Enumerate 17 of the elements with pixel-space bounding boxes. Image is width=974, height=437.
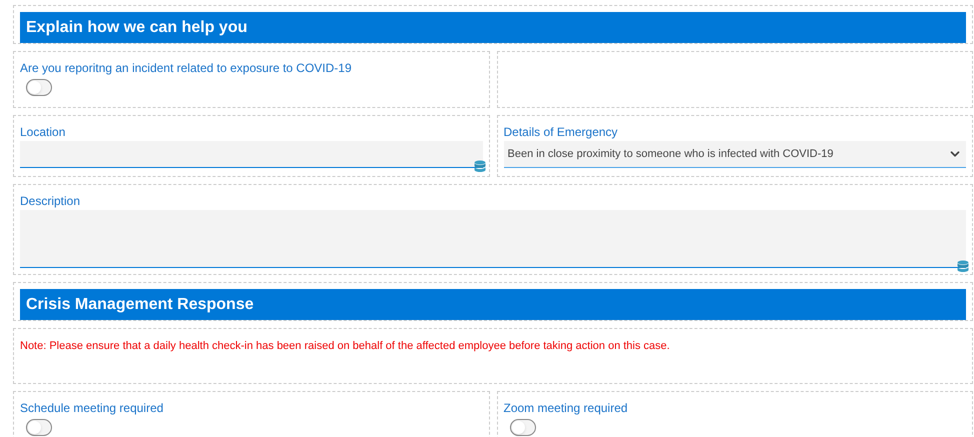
description-field[interactable]	[20, 210, 966, 268]
section-header: Explain how we can help you	[20, 12, 966, 43]
location-field[interactable]	[20, 141, 482, 168]
note-text: Note: Please ensure that a daily health check-in has been raised on behalf of the affected employee before taking action on this case.	[20, 340, 670, 352]
database-icon[interactable]	[474, 160, 486, 173]
field-label: Are you reporitng an incident related to exposure to COVID-19	[20, 60, 353, 76]
field-label: Zoom meeting required	[504, 400, 629, 416]
toggle-switch[interactable]	[26, 79, 52, 96]
toggle-switch[interactable]	[26, 419, 52, 436]
select-dropdown[interactable]: Been in close proximity to someone who is infected with COVID-19	[504, 141, 966, 168]
database-icon[interactable]	[957, 260, 970, 273]
field-label: Details of Emergency	[504, 124, 619, 140]
field-label: Location	[20, 124, 66, 140]
field-label: Description	[20, 193, 82, 209]
field-label: Schedule meeting required	[20, 400, 164, 416]
section-header: Crisis Management Response	[20, 289, 966, 320]
toggle-switch[interactable]	[510, 419, 536, 436]
